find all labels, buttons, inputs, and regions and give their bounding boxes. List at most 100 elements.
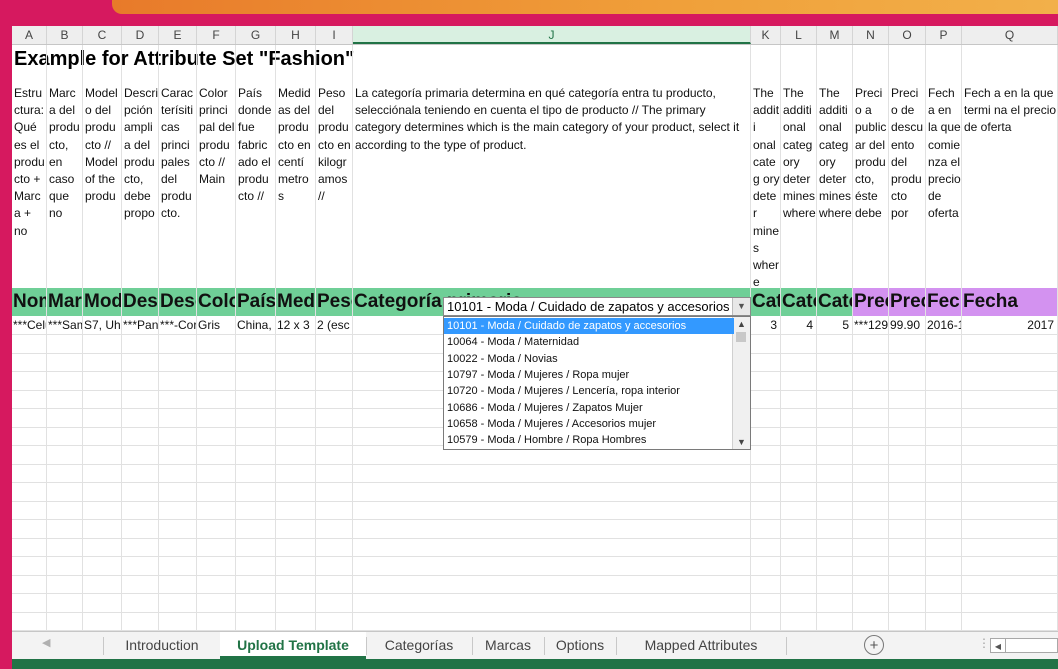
tab-introduction[interactable]: Introduction — [104, 632, 220, 659]
header-cell-Q[interactable]: Fecha — [962, 288, 1057, 316]
header-cell-H[interactable]: Medidas — [276, 288, 315, 316]
column-header-C[interactable]: C — [83, 26, 122, 44]
header-cell-E[interactable]: Descripción — [159, 288, 196, 316]
data-cell-E[interactable]: ***-Cor — [159, 316, 196, 334]
data-cell-D[interactable]: ***Pan — [122, 316, 158, 334]
column-header-G[interactable]: G — [236, 26, 276, 44]
primary-category-select[interactable]: 10101 - Moda / Cuidado de zapatos y acce… — [443, 297, 751, 316]
header-cell-B[interactable]: Marca — [47, 288, 82, 316]
data-cell-C[interactable]: S7, Uh — [83, 316, 121, 334]
data-cell-B[interactable]: ***Sam — [47, 316, 82, 334]
description-cell-A[interactable]: Estructura: Qué es el produ cto + Marc a… — [12, 85, 46, 289]
gridline-horizontal — [12, 482, 1058, 483]
dropdown-option[interactable]: 10720 - Moda / Mujeres / Lencería, ropa … — [444, 383, 734, 399]
horizontal-scrollbar[interactable] — [1006, 638, 1058, 653]
column-header-I[interactable]: I — [316, 26, 353, 44]
description-cell-L[interactable]: The additi onal categ ory deter mines wh… — [781, 85, 816, 289]
description-cell-J[interactable]: La categoría primaria determina en qué c… — [353, 85, 750, 289]
description-cell-B[interactable]: Marc a del produ cto, en caso que no — [47, 85, 82, 289]
dropdown-option[interactable]: 10579 - Moda / Hombre / Ropa Hombres — [444, 432, 734, 448]
data-cell-L[interactable]: 4 — [781, 316, 816, 334]
gridline-horizontal — [12, 464, 1058, 465]
column-header-L[interactable]: L — [781, 26, 817, 44]
header-cell-P[interactable]: Fecha — [926, 288, 961, 316]
data-cell-K[interactable]: 3 — [751, 316, 780, 334]
description-cell-D[interactable]: Descripción ampli a del produ cto, debe … — [122, 85, 158, 289]
column-header-M[interactable]: M — [817, 26, 853, 44]
description-cell-P[interactable]: Fech a en la que comie nza el precio de … — [926, 85, 961, 289]
tab-scroll-left-icon[interactable]: ◀ — [42, 636, 50, 649]
description-cell-I[interactable]: Peso del produ cto en kilogr amos // — [316, 85, 352, 289]
data-cell-M[interactable]: 5 — [817, 316, 852, 334]
gridline-horizontal — [12, 612, 1058, 613]
header-cell-G[interactable]: País — [236, 288, 275, 316]
header-cell-D[interactable]: Descripción — [122, 288, 158, 316]
column-header-N[interactable]: N — [853, 26, 889, 44]
dropdown-option[interactable]: 10658 - Moda / Mujeres / Accesorios muje… — [444, 416, 734, 432]
column-header-E[interactable]: E — [159, 26, 197, 44]
gridline-vertical — [46, 45, 47, 631]
description-cell-O[interactable]: Preci o de descu ento del produ cto por — [889, 85, 925, 289]
description-cell-M[interactable]: The additi onal categ ory deter mines wh… — [817, 85, 852, 289]
header-cell-K[interactable]: Categoría — [751, 288, 780, 316]
column-header-D[interactable]: D — [122, 26, 159, 44]
tab-splitter-icon[interactable]: ⋮ — [978, 636, 990, 650]
description-row: Estructura: Qué es el produ cto + Marc a… — [12, 85, 1058, 289]
tab-mapped-attributes[interactable]: Mapped Attributes — [616, 632, 786, 659]
dropdown-option[interactable]: 10797 - Moda / Mujeres / Ropa mujer — [444, 367, 734, 383]
description-cell-F[interactable]: Color princi pal del produ cto // Main — [197, 85, 235, 289]
gridline-vertical — [852, 45, 853, 631]
column-header-B[interactable]: B — [47, 26, 83, 44]
hscroll-left-icon[interactable]: ◀ — [990, 638, 1006, 653]
tab-upload-template[interactable]: Upload Template — [220, 632, 366, 659]
description-cell-C[interactable]: Model o del produ cto // Model of the pr… — [83, 85, 121, 289]
header-cell-M[interactable]: Categoría — [817, 288, 852, 316]
dropdown-option[interactable]: 10101 - Moda / Cuidado de zapatos y acce… — [444, 318, 734, 334]
scroll-thumb[interactable] — [736, 332, 746, 342]
data-cell-Q[interactable]: 2017 — [962, 316, 1057, 334]
gridline-vertical — [121, 45, 122, 631]
dropdown-scrollbar[interactable]: ▲ ▼ — [732, 317, 750, 449]
data-cell-N[interactable]: ***129 — [853, 316, 888, 334]
description-cell-N[interactable]: Preci o a public ar del produ cto, éste … — [853, 85, 888, 289]
header-cell-I[interactable]: Peso — [316, 288, 352, 316]
tab-marcas[interactable]: Marcas — [472, 632, 544, 659]
header-cell-F[interactable]: Color — [197, 288, 235, 316]
data-cell-O[interactable]: 99.90 — [889, 316, 925, 334]
description-cell-Q[interactable]: Fech a en la que termi na el precio de o… — [962, 85, 1057, 289]
plus-circle-icon[interactable]: + — [864, 635, 884, 655]
header-cell-O[interactable]: Precio — [889, 288, 925, 316]
data-cell-I[interactable]: 2 (esc — [316, 316, 352, 334]
description-cell-E[interactable]: Caracterísiti cas princi pales del produ… — [159, 85, 196, 289]
column-header-J[interactable]: J — [353, 26, 751, 44]
dropdown-option[interactable]: 10064 - Moda / Maternidad — [444, 334, 734, 350]
data-cell-H[interactable]: 12 x 3 — [276, 316, 315, 334]
header-cell-C[interactable]: Modelo — [83, 288, 121, 316]
column-header-K[interactable]: K — [751, 26, 781, 44]
tab-options[interactable]: Options — [544, 632, 616, 659]
description-cell-G[interactable]: País donde fue fabric ado el produ cto /… — [236, 85, 275, 289]
dropdown-option[interactable]: 10686 - Moda / Mujeres / Zapatos Mujer — [444, 400, 734, 416]
gridline-horizontal — [12, 538, 1058, 539]
data-cell-A[interactable]: ***Celu — [12, 316, 46, 334]
category-dropdown-list[interactable]: ▲ ▼ 10101 - Moda / Cuidado de zapatos y … — [443, 316, 751, 450]
header-cell-L[interactable]: Categoría — [781, 288, 816, 316]
column-header-O[interactable]: O — [889, 26, 926, 44]
header-cell-A[interactable]: Nombre — [12, 288, 46, 316]
column-header-F[interactable]: F — [197, 26, 236, 44]
tab-categor-as[interactable]: Categorías — [366, 632, 472, 659]
description-cell-H[interactable]: Medid as del produ cto en centí metro s — [276, 85, 315, 289]
column-header-P[interactable]: P — [926, 26, 962, 44]
scroll-up-icon[interactable]: ▲ — [733, 317, 750, 331]
data-cell-G[interactable]: China, — [236, 316, 275, 334]
chevron-down-icon[interactable]: ▼ — [732, 298, 750, 315]
column-header-Q[interactable]: Q — [962, 26, 1058, 44]
scroll-down-icon[interactable]: ▼ — [733, 435, 750, 449]
column-header-A[interactable]: A — [12, 26, 47, 44]
data-cell-F[interactable]: Gris — [197, 316, 235, 334]
data-cell-P[interactable]: 2016-12 — [926, 316, 961, 334]
header-cell-N[interactable]: Precio — [853, 288, 888, 316]
description-cell-K[interactable]: The additi onal categ ory deter mines wh… — [751, 85, 780, 289]
column-header-H[interactable]: H — [276, 26, 316, 44]
dropdown-option[interactable]: 10022 - Moda / Novias — [444, 351, 734, 367]
